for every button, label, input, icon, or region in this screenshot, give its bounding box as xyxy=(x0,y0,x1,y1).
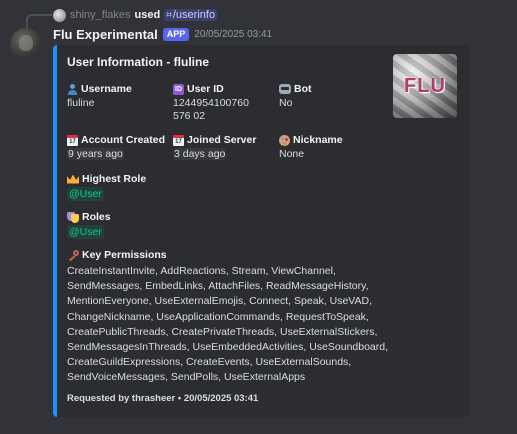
field-user-id: ID User ID 1244954100760576 02 xyxy=(173,82,279,123)
bot-avatar[interactable] xyxy=(10,28,42,60)
replied-username[interactable]: shiny_flakes xyxy=(70,9,131,21)
calendar-icon: 17 xyxy=(173,134,184,146)
thumbnail-logo-text: FLU xyxy=(404,74,446,97)
reply-connector xyxy=(26,14,52,28)
command-reply-header: shiny_flakes used ⌗/userinfo xyxy=(53,8,218,22)
highest-role-mention[interactable]: @User xyxy=(67,187,104,201)
field-highest-role-name: Highest Role xyxy=(82,173,147,185)
robot-icon xyxy=(279,84,291,94)
field-account-created-name: Account Created xyxy=(81,134,166,146)
joined-server-timestamp[interactable]: 3 days ago xyxy=(173,148,227,160)
embed-footer: Requested by thrasheer • 20/05/2025 03:4… xyxy=(67,392,259,404)
field-joined-server-name: Joined Server xyxy=(187,134,257,146)
field-nickname-name: Nickname xyxy=(293,134,343,146)
command-mention[interactable]: ⌗/userinfo xyxy=(164,9,218,21)
key-permissions-value: CreateInstantInvite, AddReactions, Strea… xyxy=(67,265,389,384)
field-username: Username fluline xyxy=(67,82,173,123)
field-bot-name: Bot xyxy=(294,83,312,95)
bust-icon xyxy=(67,83,78,95)
user-info-embed: User Information - fluline FLU Username … xyxy=(53,45,470,417)
field-key-permissions-name: Key Permissions xyxy=(82,249,167,261)
field-username-name: Username xyxy=(81,83,132,95)
field-nickname: Nickname None xyxy=(279,133,385,161)
field-key-permissions: Key Permissions CreateInstantInvite, Add… xyxy=(67,248,458,386)
field-account-created-value: 9 years ago xyxy=(67,148,173,161)
role-mention[interactable]: @User xyxy=(67,225,104,239)
masks-icon xyxy=(67,211,79,223)
field-roles: Roles @User xyxy=(67,210,458,239)
calendar-icon: 17 xyxy=(67,134,78,146)
message-header: Flu Experimental APP 20/05/2025 03:41 xyxy=(53,27,272,42)
embed-fields-row-2: 17 Account Created 9 years ago 17 Joined S… xyxy=(67,133,458,161)
field-user-id-name: User ID xyxy=(187,83,224,95)
message-timestamp[interactable]: 20/05/2025 03:41 xyxy=(194,29,272,40)
account-created-timestamp[interactable]: 9 years ago xyxy=(67,148,124,160)
field-nickname-value: None xyxy=(279,148,305,160)
key-icon xyxy=(67,250,79,260)
field-user-id-value: 1244954100760576 02 xyxy=(173,97,249,122)
replied-user-avatar[interactable] xyxy=(53,8,66,22)
field-bot: Bot No xyxy=(279,82,385,123)
id-icon: ID xyxy=(173,83,184,95)
embed-thumbnail[interactable]: FLU xyxy=(393,54,457,118)
app-badge: APP xyxy=(162,28,190,41)
command-name: /userinfo xyxy=(172,9,216,21)
field-joined-server-value: 3 days ago xyxy=(173,148,279,161)
field-joined-server: 17 Joined Server 3 days ago xyxy=(173,133,279,161)
field-highest-role: Highest Role @User xyxy=(67,172,458,201)
reply-used-text: used xyxy=(134,9,161,21)
field-account-created: 17 Account Created 9 years ago xyxy=(67,133,173,161)
field-bot-value: No xyxy=(279,97,293,109)
field-roles-name: Roles xyxy=(82,211,111,223)
crown-icon xyxy=(67,174,79,184)
palette-icon xyxy=(279,134,290,146)
slash-command-icon: ⌗ xyxy=(166,10,172,21)
author-name[interactable]: Flu Experimental xyxy=(53,27,158,42)
field-username-value: fluline xyxy=(67,97,95,109)
